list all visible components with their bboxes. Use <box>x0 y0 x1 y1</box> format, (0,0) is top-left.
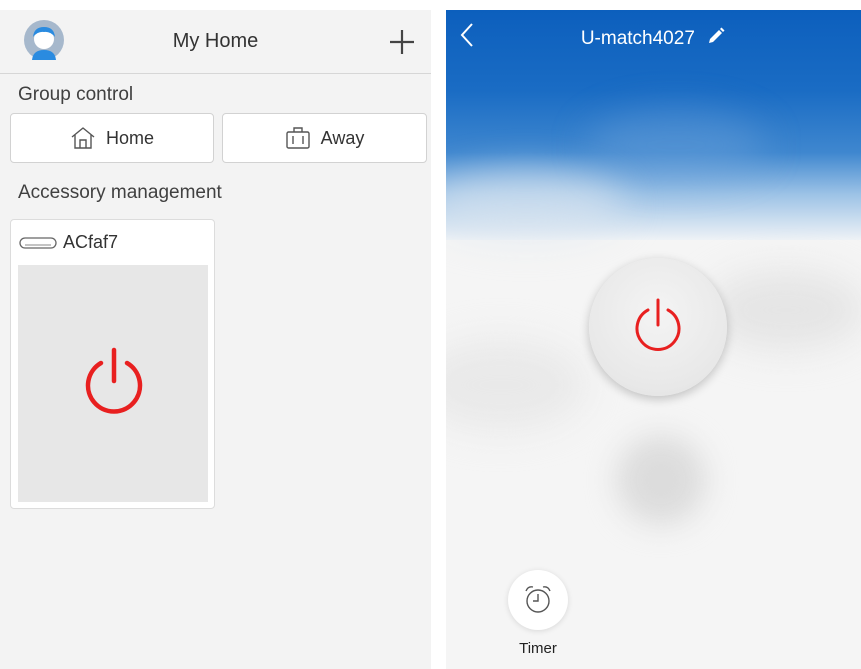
device-title: U-match4027 <box>446 26 861 50</box>
away-mode-button[interactable]: Away <box>222 113 427 163</box>
device-card-header: ACfaf7 <box>19 232 118 253</box>
device-preview <box>18 265 208 502</box>
device-name: ACfaf7 <box>63 232 119 252</box>
home-panel: My Home Group control Home Away Accessor… <box>0 10 431 669</box>
plus-icon[interactable] <box>388 28 416 56</box>
background-cloud <box>706 270 861 350</box>
accessory-management-heading: Accessory management <box>18 182 222 203</box>
header-divider <box>0 73 431 74</box>
device-card-acfaf7[interactable]: ACfaf7 <box>10 219 215 509</box>
house-icon <box>71 127 95 149</box>
away-mode-label: Away <box>320 127 365 148</box>
device-detail-panel: U-match4027 Timer <box>446 10 861 669</box>
alarm-clock-icon <box>525 586 551 613</box>
home-mode-label: Home <box>105 127 154 148</box>
power-button[interactable] <box>589 258 727 396</box>
air-conditioner-icon <box>19 236 57 249</box>
page-title: My Home <box>172 30 259 52</box>
timer-label: Timer <box>519 640 557 657</box>
suitcase-icon <box>285 127 310 149</box>
decorative-blur <box>616 435 706 525</box>
pencil-icon[interactable] <box>706 26 726 46</box>
home-header: My Home <box>0 10 431 74</box>
background-cloud <box>446 340 586 430</box>
power-icon[interactable] <box>81 347 147 417</box>
power-icon <box>635 298 681 351</box>
group-control-heading: Group control <box>18 84 134 105</box>
timer-button[interactable] <box>508 570 568 630</box>
home-mode-button[interactable]: Home <box>10 113 214 163</box>
device-title-text: U-match4027 <box>580 28 695 49</box>
